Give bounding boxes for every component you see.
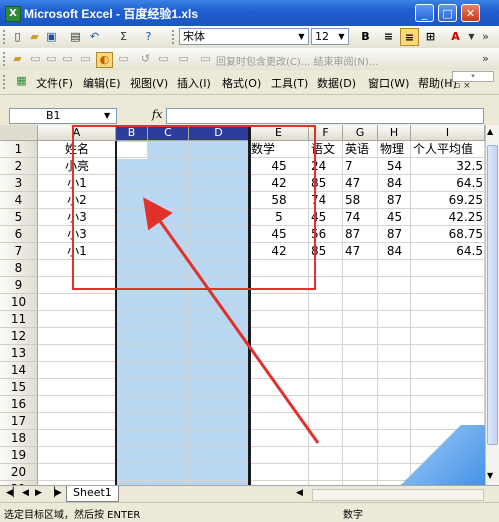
next-comment-icon[interactable]: ▭ xyxy=(60,52,75,66)
toolbar-grip-icon[interactable] xyxy=(3,52,8,66)
align-center-icon[interactable]: ≡ xyxy=(400,28,419,46)
show-all-icon[interactable]: ▭ xyxy=(78,52,93,66)
document-window-controls[interactable]: - ▫ × xyxy=(448,81,471,91)
prev-sheet-icon[interactable]: ◀ xyxy=(22,488,29,498)
chevron-down-icon[interactable]: ▼ xyxy=(104,111,110,120)
undo-icon[interactable]: ↶ xyxy=(87,30,102,44)
toolbar-options-icon[interactable]: » xyxy=(478,30,493,44)
sheet-tabs-bar: ◀▏ ◀ ▶ ▕▶ Sheet1 ◀ xyxy=(0,485,499,503)
toolbar-grip-icon[interactable] xyxy=(3,75,8,89)
insert-function-icon[interactable]: fx xyxy=(152,108,162,121)
annotation-arrow xyxy=(143,197,320,444)
formula-input[interactable] xyxy=(166,108,484,124)
chevron-down-icon: ▼ xyxy=(338,32,345,41)
mail-icon[interactable]: ▭ xyxy=(176,52,191,66)
scroll-left-icon[interactable]: ◀ xyxy=(296,488,303,498)
toolbar-grip-icon[interactable] xyxy=(3,30,8,44)
delete-comment-icon[interactable]: ▭ xyxy=(116,52,131,66)
help-icon[interactable]: ? xyxy=(141,30,156,44)
scroll-down-icon[interactable]: ▼ xyxy=(487,471,493,480)
new-file-icon[interactable]: ▯ xyxy=(10,30,25,44)
corner-watermark xyxy=(396,425,485,485)
reviewing-toolbar: ▰ ▭ ▭ ▭ ▭ ◐ ▭ ↺ ▭ ▭ ▭ 回复时包含更改(C)... 结束审阅… xyxy=(0,48,499,71)
menu-bar: ▦ 文件(F) 编辑(E) 视图(V) 插入(I) 格式(O) 工具(T) 数据… xyxy=(0,70,499,95)
menu-format[interactable]: 格式(O) xyxy=(222,75,261,91)
open-folder-icon[interactable]: ▰ xyxy=(27,30,42,44)
font-color-icon[interactable]: A xyxy=(446,28,465,46)
autosum-icon[interactable]: Σ xyxy=(116,30,131,44)
prev-comment-icon[interactable]: ▭ xyxy=(44,52,59,66)
vertical-scrollbar[interactable]: ▲ ▼ xyxy=(485,125,499,485)
reviewing-text[interactable]: 回复时包含更改(C)... 结束审阅(N)... xyxy=(216,53,378,68)
chevron-down-icon: ▼ xyxy=(298,32,305,41)
show-comment-icon[interactable]: ▭ xyxy=(28,52,43,66)
name-box[interactable]: B1 xyxy=(9,108,117,124)
track-icon[interactable]: ▭ xyxy=(156,52,171,66)
permission-icon[interactable]: ▤ xyxy=(68,30,83,44)
ink-icon[interactable]: ↺ xyxy=(138,52,153,66)
menu-view[interactable]: 视图(V) xyxy=(130,75,168,91)
last-sheet-icon[interactable]: ▕▶ xyxy=(48,488,62,498)
scrollbar-thumb[interactable] xyxy=(487,145,498,445)
formatting-toolbar: ▯ ▰ ▣ ▤ ↶ Σ ? 宋体 ▼ 12 ▼ B ≡ ≡ ⊞ A ▼ » xyxy=(0,26,499,49)
worksheet-grid[interactable]: ABCDEFGHI 1 2 3 4 5 6 7 8 9 10 11 12 13 14 15 16 17 18 19 2… xyxy=(0,125,485,485)
title-bar: X Microsoft Excel - 百度经验1.xls _ □ ✕ xyxy=(0,0,499,26)
chevron-down-icon[interactable]: ▼ xyxy=(464,30,479,44)
maximize-button[interactable]: □ xyxy=(438,4,457,22)
align-left-icon[interactable]: ≡ xyxy=(379,28,398,46)
toolbar-grip-icon[interactable] xyxy=(172,30,177,44)
menu-file[interactable]: 文件(F) xyxy=(36,75,73,91)
font-name-select[interactable]: 宋体 ▼ xyxy=(179,28,309,45)
merge-center-icon[interactable]: ⊞ xyxy=(421,28,440,46)
next-sheet-icon[interactable]: ▶ xyxy=(35,488,42,498)
menu-insert[interactable]: 插入(I) xyxy=(177,75,211,91)
menu-window[interactable]: 窗口(W) xyxy=(368,75,409,91)
window-title: Microsoft Excel - 百度经验1.xls xyxy=(24,7,199,21)
sheet-tab-active[interactable]: Sheet1 xyxy=(66,486,119,502)
minimize-button[interactable]: _ xyxy=(415,4,434,22)
font-size-value: 12 xyxy=(315,30,329,43)
excel-app-icon: X xyxy=(5,6,21,22)
font-name-value: 宋体 xyxy=(183,30,205,43)
status-message: 选定目标区域，然后按 ENTER xyxy=(4,510,141,521)
highlight-icon[interactable]: ◐ xyxy=(96,52,113,68)
toolbar-options-icon[interactable]: » xyxy=(478,52,493,66)
status-num: 数字 xyxy=(343,510,363,521)
workbook-icon[interactable]: ▦ xyxy=(14,74,29,88)
status-bar: 选定目标区域，然后按 ENTER 数字 xyxy=(0,502,499,522)
first-sheet-icon[interactable]: ◀▏ xyxy=(6,488,20,498)
horizontal-scrollbar[interactable] xyxy=(312,489,484,501)
close-button[interactable]: ✕ xyxy=(461,4,480,22)
menu-edit[interactable]: 编辑(E) xyxy=(83,75,121,91)
markup-icon[interactable]: ▭ xyxy=(198,52,213,66)
menu-tools[interactable]: 工具(T) xyxy=(271,75,308,91)
scroll-up-icon[interactable]: ▲ xyxy=(487,127,493,136)
save-icon[interactable]: ▣ xyxy=(44,30,59,44)
comment-icon[interactable]: ▰ xyxy=(10,52,25,66)
font-size-select[interactable]: 12 ▼ xyxy=(311,28,349,45)
bold-button[interactable]: B xyxy=(356,28,375,46)
menu-data[interactable]: 数据(D) xyxy=(317,75,356,91)
